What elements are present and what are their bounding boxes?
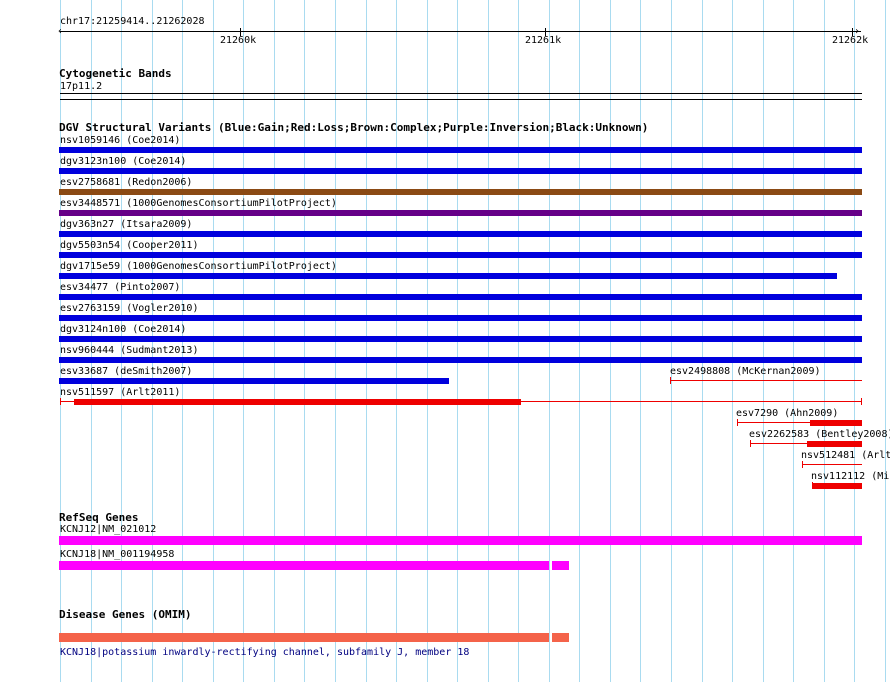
variant-label[interactable]: dgv3123n100 (Coe2014): [60, 156, 186, 167]
variant-label[interactable]: nsv960444 (Sudmant2013): [60, 345, 198, 356]
variant-end-tick: [670, 377, 671, 384]
genome-browser-canvas: chr17:21259414..21262028 ‹ › 21260k 2126…: [0, 0, 890, 682]
dgv-track-title[interactable]: DGV Structural Variants (Blue:Gain;Red:L…: [59, 122, 648, 134]
gene-exon[interactable]: [59, 561, 549, 570]
variant-label[interactable]: dgv5503n54 (Cooper2011): [60, 240, 198, 251]
variant-label[interactable]: nsv112112 (Mi: [811, 471, 889, 482]
ruler-location: chr17:21259414..21262028: [60, 16, 205, 27]
variant-label[interactable]: esv2262583 (Bentley2008): [749, 429, 890, 440]
gene-exon[interactable]: [552, 561, 569, 570]
cytoband-label[interactable]: 17p11.2: [60, 81, 102, 92]
ruler-tick-label: 21261k: [525, 35, 562, 46]
variant-label[interactable]: esv34477 (Pinto2007): [60, 282, 180, 293]
variant-bar[interactable]: [59, 315, 862, 321]
variant-bar[interactable]: [59, 189, 862, 195]
variant-label[interactable]: esv3448571 (1000GenomesConsortiumPilotPr…: [60, 198, 337, 209]
variant-end-tick: [750, 440, 751, 447]
variant-label[interactable]: esv7290 (Ahn2009): [736, 408, 838, 419]
variant-label[interactable]: dgv363n27 (Itsara2009): [60, 219, 192, 230]
omim-track-title[interactable]: Disease Genes (OMIM): [59, 609, 191, 621]
variant-bar[interactable]: [807, 441, 862, 447]
variant-bar[interactable]: [74, 399, 521, 405]
variant-label[interactable]: nsv512481 (Arlt: [801, 450, 890, 461]
variant-end-tick: [802, 461, 803, 468]
variant-label[interactable]: esv2763159 (Vogler2010): [60, 303, 198, 314]
cytoband-border-bottom: [60, 99, 862, 100]
variant-bar[interactable]: [812, 483, 862, 489]
omim-gene-label[interactable]: KCNJ18|potassium inwardly-rectifying cha…: [60, 647, 469, 658]
gene-exon[interactable]: [59, 536, 862, 545]
variant-bar[interactable]: [59, 231, 862, 237]
variant-bar[interactable]: [810, 420, 862, 426]
variant-label[interactable]: nsv511597 (Arlt2011): [60, 387, 180, 398]
variant-end-tick: [737, 419, 738, 426]
variant-label[interactable]: nsv1059146 (Coe2014): [60, 135, 180, 146]
variant-intron-line[interactable]: [802, 464, 862, 465]
omim-gene-bar[interactable]: [552, 633, 569, 642]
variant-bar[interactable]: [59, 210, 862, 216]
variant-end-tick: [60, 398, 61, 405]
variant-bar[interactable]: [59, 147, 862, 153]
ruler-tick-label: 21260k: [220, 35, 257, 46]
ruler-tick-label: 21262k: [832, 35, 869, 46]
cytoband-track-title[interactable]: Cytogenetic Bands: [59, 68, 172, 80]
variant-label[interactable]: esv33687 (deSmith2007): [60, 366, 192, 377]
variant-bar[interactable]: [59, 273, 837, 279]
variant-bar[interactable]: [59, 168, 862, 174]
variant-label[interactable]: dgv3124n100 (Coe2014): [60, 324, 186, 335]
refseq-track-title[interactable]: RefSeq Genes: [59, 512, 138, 524]
omim-gene-bar[interactable]: [59, 633, 549, 642]
grid-line: [885, 0, 886, 682]
variant-end-tick: [861, 398, 862, 405]
variant-bar[interactable]: [59, 252, 862, 258]
variant-bar[interactable]: [59, 378, 449, 384]
variant-label[interactable]: esv2498808 (McKernan2009): [670, 366, 821, 377]
variant-bar[interactable]: [59, 357, 862, 363]
variant-label[interactable]: dgv1715e59 (1000GenomesConsortiumPilotPr…: [60, 261, 337, 272]
variant-bar[interactable]: [59, 294, 862, 300]
variant-bar[interactable]: [59, 336, 862, 342]
gene-label[interactable]: KCNJ18|NM_001194958: [60, 549, 174, 560]
gene-label[interactable]: KCNJ12|NM_021012: [60, 524, 156, 535]
ruler-left-arrow: ‹: [57, 26, 64, 37]
cytoband-border-top: [60, 93, 862, 94]
variant-label[interactable]: esv2758681 (Redon2006): [60, 177, 192, 188]
ruler-line: [60, 31, 861, 32]
variant-intron-line[interactable]: [670, 380, 862, 381]
